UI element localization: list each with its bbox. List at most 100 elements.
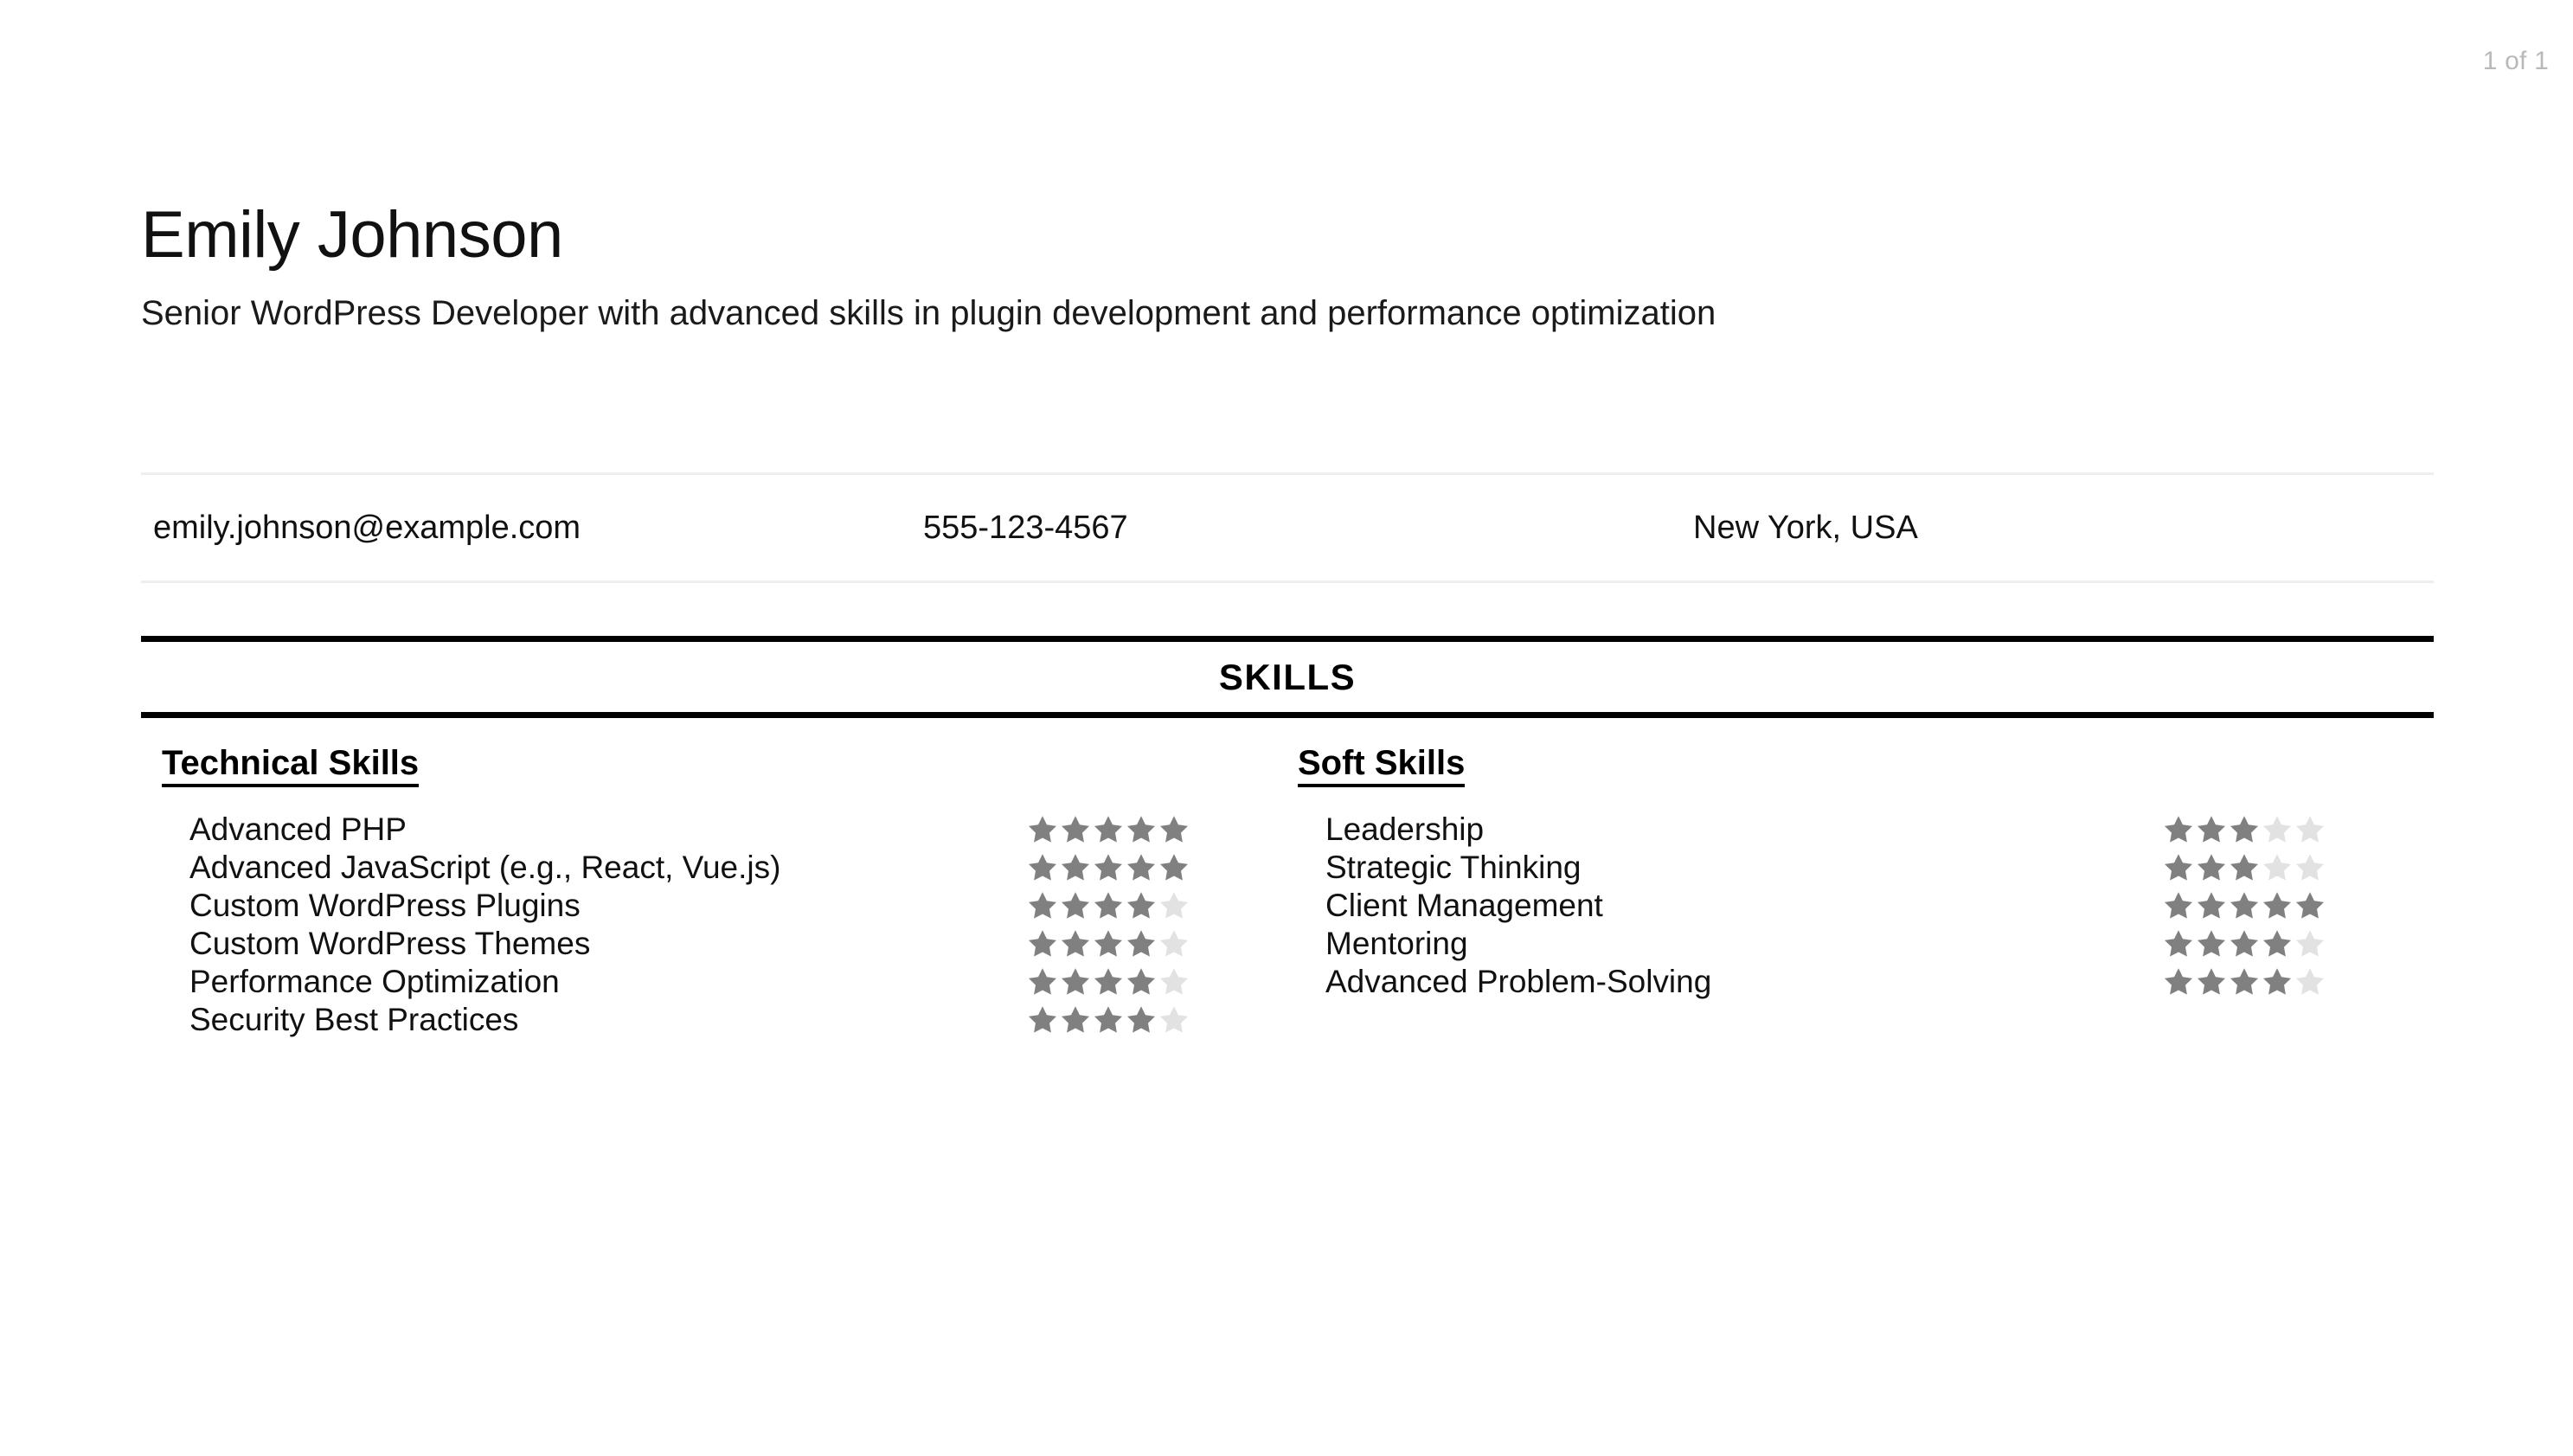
skill-label: Advanced Problem-Solving [1325,964,1712,999]
soft-skills-title: Soft Skills [1298,745,1466,787]
star-filled-icon [1060,928,1091,959]
skill-row: Security Best Practices [162,1001,1298,1039]
star-filled-icon [2229,890,2260,921]
star-empty-icon [2262,814,2293,845]
star-filled-icon [1093,966,1124,997]
technical-skills-list: Advanced PHP Advanced JavaScript (e.g., R… [162,811,1298,1039]
skill-row: Mentoring [1298,925,2434,963]
star-filled-icon [2163,966,2194,997]
skill-rating [2163,928,2422,959]
star-filled-icon [2163,928,2194,959]
star-filled-icon [1093,814,1124,845]
star-empty-icon [2294,814,2326,845]
star-filled-icon [2196,966,2227,997]
skill-rating [1027,890,1286,921]
skill-row: Advanced PHP [162,811,1298,849]
star-empty-icon [1158,966,1190,997]
star-filled-icon [1126,814,1157,845]
star-filled-icon [1060,966,1091,997]
skill-label: Mentoring [1325,926,1468,961]
star-empty-icon [2294,852,2326,883]
page-indicator: 1 of 1 [2482,47,2549,75]
star-filled-icon [2196,928,2227,959]
star-filled-icon [1093,852,1124,883]
skill-row: Advanced Problem-Solving [1298,963,2434,1001]
star-filled-icon [1027,890,1058,921]
star-filled-icon [2163,852,2194,883]
star-filled-icon [1126,928,1157,959]
skill-row: Performance Optimization [162,963,1298,1001]
soft-skills-list: Leadership Strategic Thinking Client Manag… [1298,811,2434,1001]
skill-row: Client Management [1298,887,2434,925]
star-filled-icon [2262,890,2293,921]
star-filled-icon [1093,1004,1124,1036]
star-filled-icon [1093,890,1124,921]
star-filled-icon [2229,966,2260,997]
contact-phone[interactable]: 555-123-4567 [923,510,1693,547]
star-empty-icon [1158,928,1190,959]
star-filled-icon [1158,852,1190,883]
skill-label: Client Management [1325,888,1603,923]
skills-columns: Technical Skills Advanced PHP Advanced Ja… [141,745,2434,1039]
skill-rating [1027,966,1286,997]
skill-label: Custom WordPress Plugins [189,888,581,923]
star-filled-icon [1126,852,1157,883]
star-filled-icon [1060,890,1091,921]
skill-rating [2163,966,2422,997]
skill-label: Advanced JavaScript (e.g., React, Vue.js… [189,850,781,885]
star-filled-icon [1093,928,1124,959]
skills-section: SKILLS Technical Skills Advanced PHP Adva… [141,636,2434,1039]
skill-label: Security Best Practices [189,1002,519,1037]
star-filled-icon [2196,852,2227,883]
star-filled-icon [1027,814,1058,845]
star-empty-icon [2294,928,2326,959]
skill-rating [1027,1004,1286,1036]
skills-column-soft: Soft Skills Leadership Strategic Thinking… [1298,745,2434,1039]
skill-rating [2163,814,2422,845]
skill-row: Advanced JavaScript (e.g., React, Vue.js… [162,849,1298,887]
star-filled-icon [1027,1004,1058,1036]
professional-headline: Senior WordPress Developer with advanced… [141,294,1716,332]
resume-header: Emily Johnson Senior WordPress Developer… [141,202,2434,333]
skill-rating [1027,928,1286,959]
skill-row: Custom WordPress Plugins [162,887,1298,925]
star-filled-icon [1060,814,1091,845]
star-empty-icon [2294,966,2326,997]
star-filled-icon [2229,852,2260,883]
skill-rating [2163,852,2422,883]
star-filled-icon [1027,966,1058,997]
star-empty-icon [1158,1004,1190,1036]
star-filled-icon [2163,890,2194,921]
skills-column-technical: Technical Skills Advanced PHP Advanced Ja… [141,745,1298,1039]
star-filled-icon [2262,966,2293,997]
technical-skills-title: Technical Skills [162,745,420,787]
skill-label: Leadership [1325,811,1485,847]
skill-label: Strategic Thinking [1325,850,1582,885]
star-filled-icon [1126,966,1157,997]
star-filled-icon [2229,814,2260,845]
skill-row: Leadership [1298,811,2434,849]
skill-row: Strategic Thinking [1298,849,2434,887]
star-empty-icon [2262,852,2293,883]
contact-email[interactable]: emily.johnson@example.com [153,510,923,547]
skill-rating [1027,814,1286,845]
skill-rating [2163,890,2422,921]
contact-bar: emily.johnson@example.com 555-123-4567 N… [141,472,2434,583]
skill-rating [1027,852,1286,883]
star-filled-icon [2262,928,2293,959]
page-title: Emily Johnson [141,198,563,272]
skills-section-heading: SKILLS [141,636,2434,718]
contact-location: New York, USA [1693,509,1918,546]
star-filled-icon [2163,814,2194,845]
star-filled-icon [1126,1004,1157,1036]
star-filled-icon [2196,890,2227,921]
skill-label: Performance Optimization [189,964,560,999]
star-filled-icon [1027,928,1058,959]
star-filled-icon [2294,890,2326,921]
star-filled-icon [2196,814,2227,845]
skill-label: Advanced PHP [189,811,407,847]
star-filled-icon [1027,852,1058,883]
skill-row: Custom WordPress Themes [162,925,1298,963]
star-filled-icon [1126,890,1157,921]
star-filled-icon [1060,1004,1091,1036]
